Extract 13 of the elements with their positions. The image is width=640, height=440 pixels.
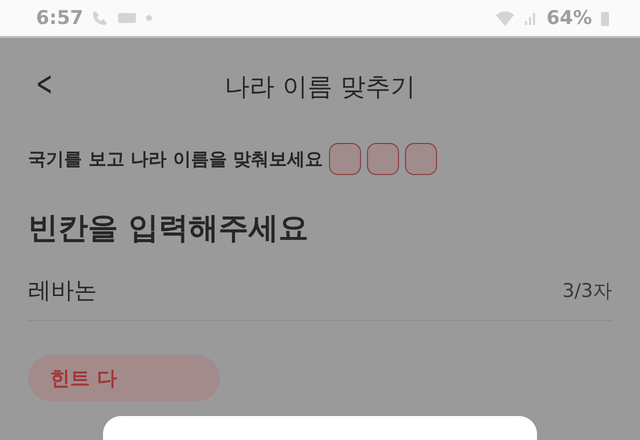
phone-icon [91, 9, 110, 27]
character-counter: 3/3자 [562, 278, 612, 304]
dot-icon [145, 14, 154, 22]
back-button[interactable]: < [36, 64, 53, 104]
answer-field[interactable]: 레바논 3/3자 [28, 275, 612, 321]
battery-icon [600, 9, 610, 27]
status-time: 6:57 [36, 7, 84, 29]
wifi-icon [494, 9, 515, 27]
instruction-text: 국기를 보고 나라 이름을 맞춰보세요 [28, 148, 324, 171]
field-value: 레바논 [28, 277, 97, 306]
page-title: 나라 이름 맞추기 [224, 70, 416, 102]
section-heading: 빈칸을 입력해주세요 [28, 210, 310, 248]
battery-percent: 64% [546, 7, 592, 29]
